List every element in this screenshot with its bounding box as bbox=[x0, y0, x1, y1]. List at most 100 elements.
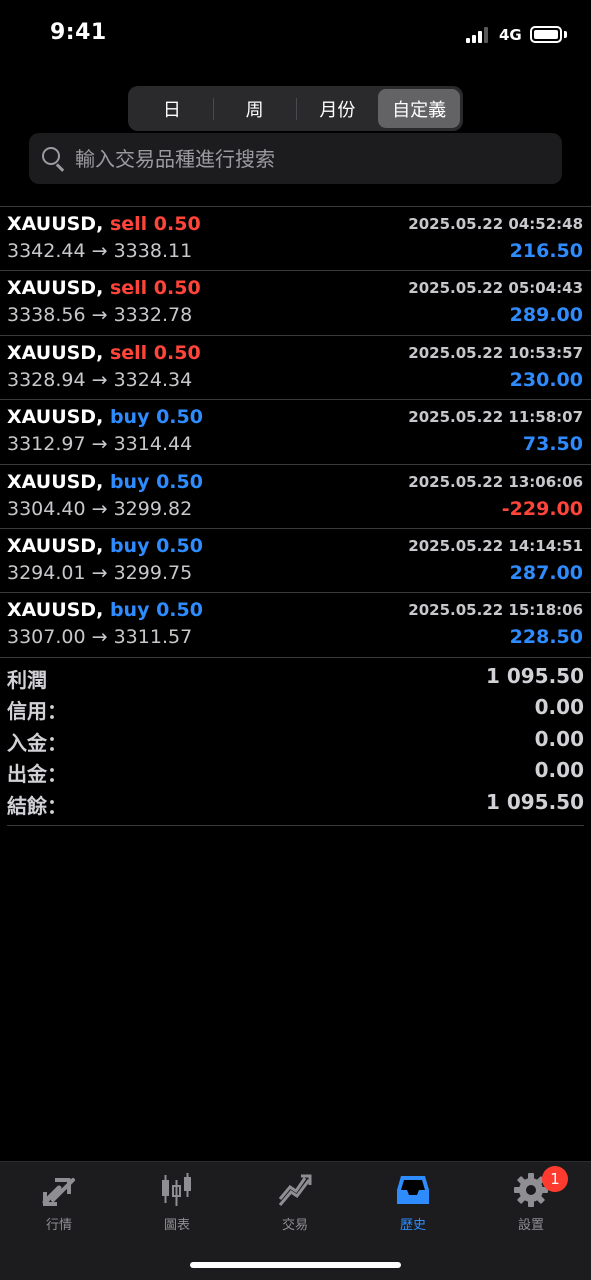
trade-symbol: XAUUSD, sell 0.50 bbox=[7, 277, 201, 299]
trade-trend-icon bbox=[278, 1174, 312, 1206]
open-price: 3294.01 bbox=[7, 561, 86, 584]
history-inbox-icon bbox=[397, 1176, 429, 1204]
trade-row[interactable]: XAUUSD, sell 0.50 2025.05.22 04:52:48 3342… bbox=[0, 207, 591, 272]
trade-volume: 0.50 bbox=[153, 277, 201, 300]
trade-volume: 0.50 bbox=[156, 406, 203, 429]
trade-profit: -229.00 bbox=[501, 497, 583, 520]
symbol-name: XAUUSD, bbox=[7, 406, 104, 429]
quotes-icon bbox=[42, 1178, 75, 1206]
summary-row-deposit: 入金： 0.00 bbox=[7, 725, 584, 756]
search-bar[interactable] bbox=[29, 133, 562, 184]
trade-time: 2025.05.22 11:58:07 bbox=[408, 408, 583, 427]
trade-volume: 0.50 bbox=[153, 341, 201, 364]
trade-side: buy bbox=[109, 470, 150, 493]
summary-row-balance: 結餘： 1 095.50 bbox=[7, 788, 584, 819]
trade-row[interactable]: XAUUSD, buy 0.50 2025.05.22 13:06:06 3304.… bbox=[0, 465, 591, 529]
trade-time: 2025.05.22 15:18:06 bbox=[408, 601, 583, 620]
tab-week[interactable]: 周 bbox=[214, 89, 296, 128]
summary-label: 入金： bbox=[7, 730, 67, 755]
close-price: 3332.78 bbox=[113, 304, 193, 327]
trade-side: sell bbox=[109, 341, 148, 364]
tab-charts[interactable]: 圖表 bbox=[118, 1170, 236, 1234]
symbol-name: XAUUSD, bbox=[7, 470, 104, 493]
summary-label: 結餘： bbox=[7, 793, 67, 818]
symbol-name: XAUUSD, bbox=[7, 534, 104, 557]
summary-value: 1 095.50 bbox=[485, 664, 584, 688]
summary-label: 出金： bbox=[7, 762, 67, 787]
history-summary: 利潤 1 095.50 信用： 0.00 入金： 0.00 出金： 0.00 結… bbox=[7, 662, 584, 826]
symbol-name: XAUUSD, bbox=[7, 341, 104, 364]
trade-prices: 3307.00 → 3311.57 bbox=[7, 626, 192, 648]
status-time: 9:41 bbox=[50, 20, 107, 45]
close-price: 3338.11 bbox=[113, 240, 193, 262]
open-price: 3312.97 bbox=[7, 433, 86, 456]
close-price: 3314.44 bbox=[113, 433, 193, 456]
symbol-name: XAUUSD, bbox=[7, 213, 104, 235]
trade-side: sell bbox=[109, 277, 148, 300]
trade-symbol: XAUUSD, sell 0.50 bbox=[7, 342, 201, 364]
trade-time: 2025.05.22 10:53:57 bbox=[408, 343, 583, 362]
summary-value: 0.00 bbox=[534, 758, 584, 783]
trade-symbol: XAUUSD, buy 0.50 bbox=[7, 406, 203, 428]
trade-row[interactable]: XAUUSD, buy 0.50 2025.05.22 11:58:07 3312.… bbox=[0, 400, 591, 465]
search-icon bbox=[41, 146, 67, 172]
battery-icon bbox=[530, 26, 562, 43]
open-price: 3328.94 bbox=[7, 368, 86, 391]
close-price: 3299.82 bbox=[113, 497, 193, 520]
summary-label: 利潤 bbox=[7, 668, 47, 692]
summary-row-credit: 信用： 0.00 bbox=[7, 693, 584, 724]
arrow-right-icon: → bbox=[91, 433, 108, 456]
open-price: 3307.00 bbox=[7, 626, 86, 649]
trade-row[interactable]: XAUUSD, buy 0.50 2025.05.22 15:18:06 3307.… bbox=[0, 593, 591, 658]
arrow-right-icon: → bbox=[91, 561, 108, 584]
trade-profit: 287.00 bbox=[509, 561, 583, 584]
tab-label: 行情 bbox=[45, 1218, 72, 1233]
trade-side: buy bbox=[109, 534, 150, 557]
trade-symbol: XAUUSD, buy 0.50 bbox=[7, 535, 203, 557]
trade-time: 2025.05.22 04:52:48 bbox=[408, 215, 583, 233]
arrow-right-icon: → bbox=[91, 368, 108, 391]
trade-symbol: XAUUSD, buy 0.50 bbox=[7, 599, 203, 621]
trade-time: 2025.05.22 13:06:06 bbox=[408, 472, 583, 491]
trade-prices: 3312.97 → 3314.44 bbox=[7, 433, 192, 455]
arrow-right-icon: → bbox=[91, 497, 108, 520]
trade-side: buy bbox=[109, 406, 150, 429]
trade-row[interactable]: XAUUSD, sell 0.50 2025.05.22 05:04:43 3338… bbox=[0, 271, 591, 336]
trade-side: sell bbox=[109, 213, 148, 235]
trade-row[interactable]: XAUUSD, buy 0.50 2025.05.22 14:14:51 3294.… bbox=[0, 529, 591, 594]
tab-custom[interactable]: 自定義 bbox=[378, 89, 460, 128]
summary-value: 0.00 bbox=[534, 726, 584, 751]
trade-profit: 289.00 bbox=[509, 304, 583, 327]
home-indicator bbox=[190, 1262, 401, 1268]
close-price: 3311.57 bbox=[113, 626, 193, 649]
trade-volume: 0.50 bbox=[156, 599, 203, 622]
trade-volume: 0.50 bbox=[153, 213, 201, 235]
search-input[interactable] bbox=[75, 146, 515, 171]
trade-profit: 73.50 bbox=[522, 433, 583, 456]
tab-quotes[interactable]: 行情 bbox=[0, 1170, 118, 1234]
symbol-name: XAUUSD, bbox=[7, 599, 104, 622]
arrow-right-icon: → bbox=[91, 240, 108, 262]
tab-history[interactable]: 歷史 bbox=[354, 1170, 472, 1234]
tab-label: 交易 bbox=[281, 1218, 308, 1233]
close-price: 3299.75 bbox=[113, 561, 193, 584]
arrow-right-icon: → bbox=[91, 304, 108, 327]
trade-prices: 3328.94 → 3324.34 bbox=[7, 369, 192, 391]
trade-profit: 216.50 bbox=[509, 240, 583, 262]
summary-row-withdrawal: 出金： 0.00 bbox=[7, 756, 584, 787]
trade-prices: 3338.56 → 3332.78 bbox=[7, 304, 192, 326]
trade-profit: 228.50 bbox=[509, 626, 583, 649]
trade-row[interactable]: XAUUSD, sell 0.50 2025.05.22 10:53:57 3328… bbox=[0, 336, 591, 401]
signal-strength-icon bbox=[466, 27, 492, 43]
open-price: 3342.44 bbox=[7, 240, 86, 262]
open-price: 3338.56 bbox=[7, 304, 86, 327]
tab-month[interactable]: 月份 bbox=[297, 89, 379, 128]
status-bar: 9:41 4G bbox=[0, 0, 591, 70]
tab-trade[interactable]: 交易 bbox=[236, 1170, 354, 1234]
trade-time: 2025.05.22 05:04:43 bbox=[408, 279, 583, 298]
tab-day[interactable]: 日 bbox=[131, 89, 213, 128]
tab-settings[interactable]: 1 設置 bbox=[472, 1166, 590, 1234]
trade-prices: 3304.40 → 3299.82 bbox=[7, 498, 192, 520]
network-type: 4G bbox=[499, 26, 522, 44]
summary-label: 信用： bbox=[7, 699, 67, 724]
